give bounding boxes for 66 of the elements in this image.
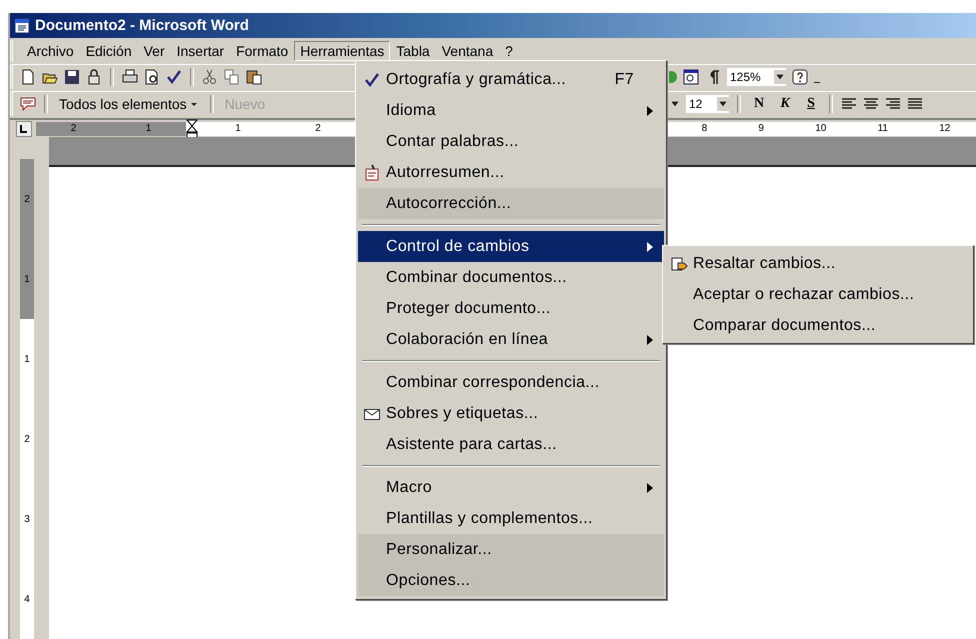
summary-icon	[363, 164, 381, 182]
menu-item[interactable]: Ventana	[436, 41, 500, 61]
ruler-number: 9	[758, 123, 764, 134]
highlight-changes-icon	[670, 254, 688, 272]
menu-item[interactable]: ?	[499, 41, 519, 61]
ruler-number: 2	[24, 434, 30, 444]
ruler-number: 1	[235, 123, 241, 134]
bold-button[interactable]: N	[748, 96, 770, 112]
ruler-number: 10	[815, 123, 826, 134]
menu-item[interactable]: Formato	[230, 41, 294, 61]
font-size-field[interactable]: 12	[685, 94, 730, 114]
menu-item[interactable]: Edición	[80, 41, 138, 61]
ruler-number: 8	[702, 123, 708, 134]
comment-icon[interactable]	[19, 95, 37, 113]
menu-item[interactable]: Combinar correspondencia...	[358, 367, 664, 398]
ruler-number: 2	[70, 123, 76, 134]
ruler-number: 4	[24, 594, 30, 604]
menu-item[interactable]: Contar palabras...	[358, 126, 664, 157]
menu-item[interactable]: Sobres y etiquetas...	[358, 398, 664, 429]
menu-item[interactable]: Comparar documentos...	[665, 310, 971, 341]
menu-item[interactable]: Resaltar cambios...	[665, 248, 971, 279]
submenu-arrow-icon	[646, 104, 654, 116]
underline-button[interactable]: S	[800, 96, 822, 112]
document-icon	[14, 18, 30, 34]
show-dropdown[interactable]: Todos los elementos	[55, 96, 203, 112]
menu-item[interactable]: Combinar documentos...	[358, 262, 664, 293]
spelling-check-icon	[363, 70, 381, 88]
menu-item[interactable]: Control de cambios	[358, 231, 664, 262]
menu-item[interactable]: Macro	[358, 472, 664, 503]
indent-marker-icon[interactable]	[186, 118, 198, 138]
menu-item[interactable]: Opciones...	[358, 565, 664, 596]
spelling-check-icon[interactable]	[165, 68, 183, 86]
scissors-icon[interactable]	[201, 68, 219, 86]
ruler-number: 12	[939, 123, 950, 134]
menu-item[interactable]: Colaboración en línea	[358, 324, 664, 367]
menu-item[interactable]: Ver	[138, 41, 171, 61]
ruler-number: 2	[315, 123, 321, 134]
menu-item[interactable]: Autorresumen...	[358, 157, 664, 188]
ruler-number: 1	[146, 123, 152, 134]
menu-item[interactable]: Insertar	[170, 41, 230, 61]
ruler-number: 1	[24, 274, 30, 284]
save-icon[interactable]	[63, 68, 81, 86]
menu-item[interactable]: Tabla	[390, 41, 436, 61]
menu-item[interactable]: Personalizar...	[358, 534, 664, 565]
clipboard-icon[interactable]	[245, 68, 263, 86]
zoom-field[interactable]: 125%	[726, 67, 787, 87]
document-map-icon[interactable]	[682, 68, 700, 86]
ruler-number: 1	[24, 354, 30, 364]
help-icon[interactable]	[791, 68, 809, 86]
menu-item[interactable]: Proteger documento...	[358, 293, 664, 324]
ruler-number: 3	[24, 514, 30, 524]
submenu-arrow-icon	[646, 240, 654, 252]
ruler-number: 11	[878, 123, 888, 134]
menu-item[interactable]: Asistente para cartas...	[358, 429, 664, 472]
italic-button[interactable]: K	[774, 96, 796, 112]
copy-icon[interactable]	[223, 68, 241, 86]
submenu-arrow-icon	[646, 334, 654, 346]
menu-item[interactable]: Archivo	[21, 41, 80, 61]
window-title: Documento2 - Microsoft Word	[35, 17, 249, 34]
menu-item[interactable]: Ortografía y gramática... F7	[358, 64, 664, 95]
menu-item[interactable]: Aceptar o rechazar cambios...	[665, 279, 971, 310]
tab-stop-icon[interactable]	[16, 120, 32, 136]
ruler-number: 2	[24, 194, 30, 204]
menu-item[interactable]: Plantillas y complementos...	[358, 503, 664, 534]
menu-item[interactable]: Idioma	[358, 95, 664, 126]
submenu-arrow-icon	[646, 482, 654, 494]
